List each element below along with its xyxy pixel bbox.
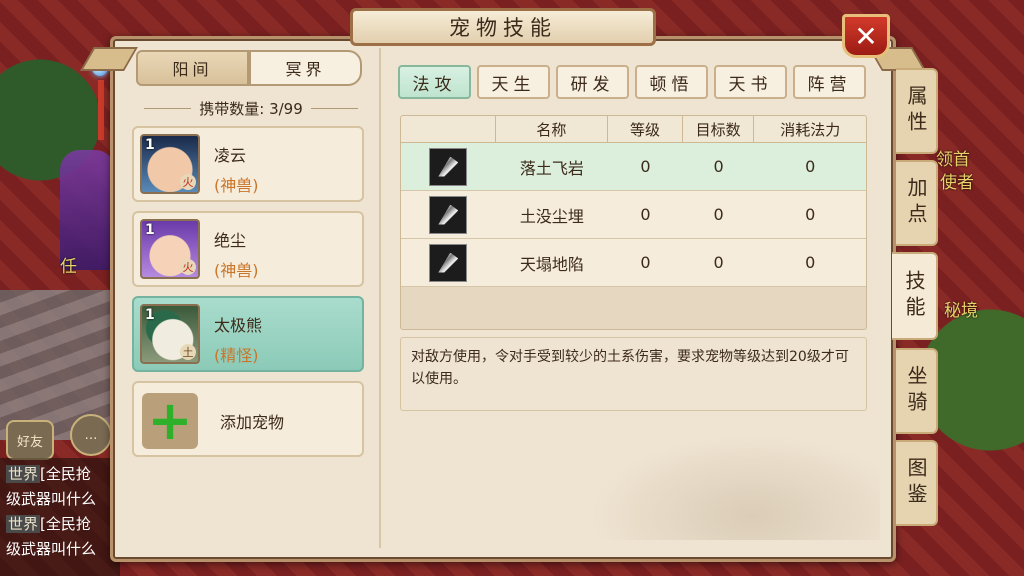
chat-channel-tag: 世界: [6, 465, 41, 483]
table-row[interactable]: 落土飞岩 0 0 0: [401, 143, 866, 191]
pet-portrait: 1 火: [140, 219, 200, 279]
landscape-watermark: [560, 420, 880, 540]
world-label-secret: 秘境: [944, 301, 978, 321]
pet-item-lingyun[interactable]: 1 火 凌云 (神兽): [132, 126, 364, 202]
pet-name: 绝尘: [214, 231, 247, 250]
side-tab-skills[interactable]: 技能: [892, 252, 938, 340]
skill-mana: 0: [805, 205, 816, 224]
skill-name: 落土飞岩: [519, 158, 584, 178]
tab-yangjian[interactable]: 阳间: [136, 50, 249, 86]
pet-level: 1: [145, 222, 155, 238]
collapse-skill-icon: [429, 243, 468, 282]
side-tab-label: 属性: [904, 85, 928, 137]
side-tab-label: 图鉴: [904, 457, 928, 509]
skill-level: 0: [640, 253, 651, 272]
header-mana: 消耗法力: [780, 120, 841, 139]
side-tab-attributes[interactable]: 属性: [896, 68, 938, 154]
side-tab-label: 技能: [902, 270, 926, 322]
skill-targets: 0: [713, 157, 724, 176]
close-button[interactable]: ✕: [842, 14, 890, 58]
tab-zhenying[interactable]: 阵营: [793, 65, 866, 99]
world-label-ren: 任: [60, 257, 77, 277]
element-badge: 土: [180, 344, 196, 360]
pet-type: (神兽): [214, 261, 259, 280]
chat-line: 世界 [全民抢: [6, 512, 114, 537]
skill-description: 对敌方使用，令对手受到较少的土系伤害，要求宠物等级达到20级才可以使用。: [400, 337, 867, 411]
skill-mana: 0: [805, 253, 816, 272]
add-pet-button[interactable]: + 添加宠物: [132, 381, 364, 457]
pet-item-taijixiong[interactable]: 1 土 太极熊 (精怪): [132, 296, 364, 372]
header-name: 名称: [496, 116, 609, 142]
table-row[interactable]: 天塌地陷 0 0 0: [401, 239, 866, 287]
carry-count: 携带数量: 3/99: [136, 96, 366, 120]
tab-yanfa[interactable]: 研发: [556, 65, 629, 99]
window-title: 宠物技能: [350, 8, 656, 46]
tassel-decoration: [98, 80, 104, 140]
chat-text: [全民抢: [40, 465, 91, 483]
tab-mingjie[interactable]: 冥界: [249, 50, 362, 86]
chat-line: 级武器叫什么: [6, 490, 97, 508]
chat-line: 级武器叫什么: [6, 540, 97, 558]
chat-text: [全民抢: [40, 515, 91, 533]
carry-count-label: 携带数量: 3/99: [199, 99, 303, 118]
plus-icon: +: [142, 393, 198, 449]
pet-level: 1: [145, 307, 155, 323]
chat-bubble-icon[interactable]: …: [70, 414, 112, 456]
skill-tabs: 法攻 天生 研发 顿悟 天书 阵营: [398, 65, 866, 99]
skill-level: 0: [640, 205, 651, 224]
pet-portrait: 1 土: [140, 304, 200, 364]
skill-targets: 0: [713, 205, 724, 224]
side-tab-label: 坐骑: [904, 365, 928, 417]
skill-name: 土没尘埋: [519, 206, 584, 226]
pet-item-juechen[interactable]: 1 火 绝尘 (神兽): [132, 211, 364, 287]
side-tab-handbook[interactable]: 图鉴: [896, 440, 938, 526]
side-tab-mount[interactable]: 坐骑: [896, 348, 938, 434]
friends-label: 好友: [16, 434, 43, 450]
skill-name: 天塌地陷: [519, 254, 584, 274]
tab-tianshu[interactable]: 天书: [714, 65, 787, 99]
pet-type: (神兽): [214, 176, 259, 195]
chat-line: 世界 [全民抢: [6, 462, 114, 487]
skill-mana: 0: [805, 157, 816, 176]
realm-tabs: 阳间 冥界: [136, 50, 362, 86]
pet-name: 凌云: [214, 146, 247, 165]
pet-level: 1: [145, 137, 155, 153]
friends-button[interactable]: 好友: [6, 420, 54, 460]
side-tab-points[interactable]: 加点: [896, 160, 938, 246]
side-tab-label: 加点: [904, 177, 928, 229]
skill-level: 0: [640, 157, 651, 176]
header-level: 等级: [608, 116, 683, 142]
element-badge: 火: [180, 174, 196, 190]
chat-channel-tag: 世界: [6, 515, 41, 533]
element-badge: 火: [180, 259, 196, 275]
world-chat[interactable]: 世界 [全民抢 级武器叫什么 世界 [全民抢 级武器叫什么: [0, 458, 120, 576]
world-label-envoy: 使者: [940, 173, 974, 193]
close-icon: ✕: [854, 19, 878, 53]
rock-skill-icon: [429, 147, 468, 186]
header-targets: 目标数: [683, 116, 755, 142]
tab-dunwu[interactable]: 顿悟: [635, 65, 708, 99]
table-header: 名称 等级 目标数 消耗法力: [401, 116, 866, 143]
skill-table: 名称 等级 目标数 消耗法力 落土飞岩 0 0 0 土没尘埋 0 0 0 天塌地…: [400, 115, 867, 330]
tab-tiansheng[interactable]: 天生: [477, 65, 550, 99]
header-icon: [401, 116, 496, 142]
add-pet-label: 添加宠物: [220, 413, 285, 432]
pet-name: 太极熊: [214, 316, 263, 335]
pet-type: (精怪): [214, 346, 259, 365]
pet-portrait: 1 火: [140, 134, 200, 194]
dust-skill-icon: [429, 195, 468, 234]
world-label-leader: 领首: [936, 150, 970, 170]
table-row[interactable]: 土没尘埋 0 0 0: [401, 191, 866, 239]
skill-targets: 0: [713, 253, 724, 272]
column-divider: [379, 48, 381, 548]
tab-fagong[interactable]: 法攻: [398, 65, 471, 99]
